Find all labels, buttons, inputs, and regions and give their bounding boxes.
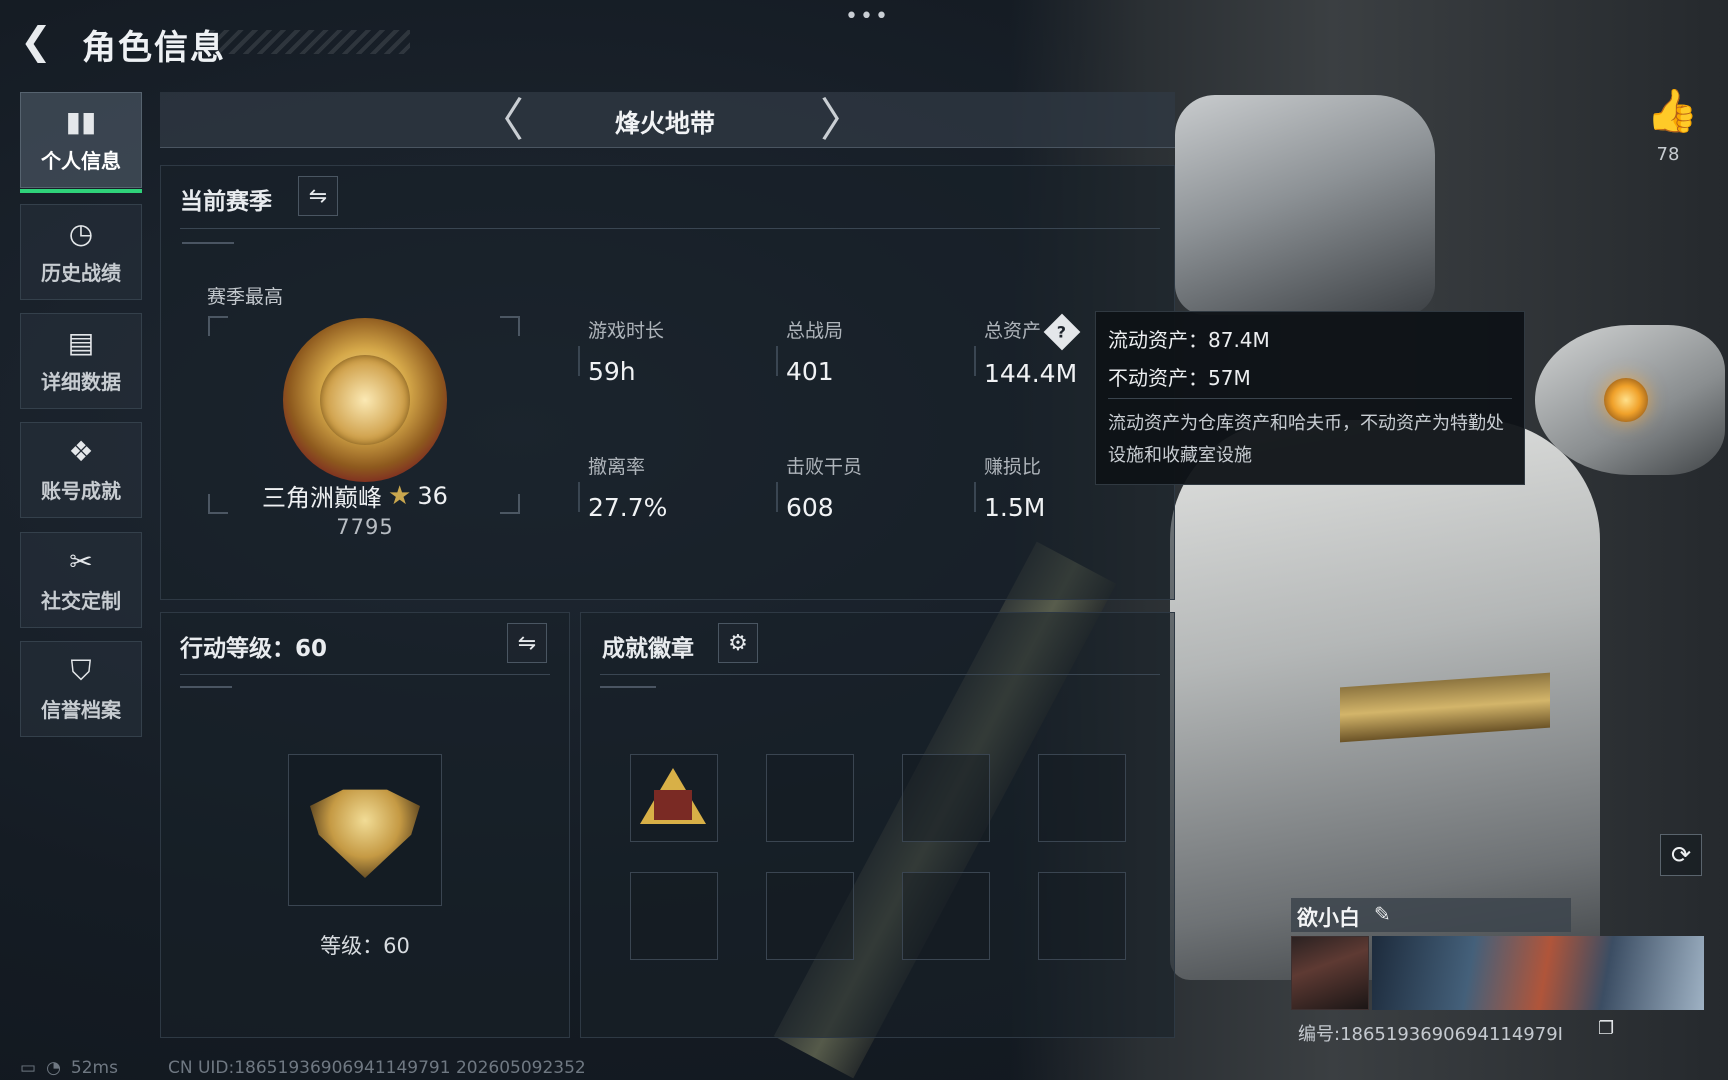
gear-icon[interactable]: ⚙ [718,623,758,663]
wifi-icon: ◔ [46,1058,61,1078]
sidebar-item-label: 信誉档案 [41,697,121,722]
liquid-assets-text: 流动资产：87.4M [1108,328,1270,352]
sidebar-item-label: 账号成就 [41,478,121,503]
help-glyph: ? [1057,322,1067,341]
pyramid-badge-core [654,790,692,820]
rank-name: 三角洲巅峰 [262,484,382,512]
panel-tick [182,242,234,244]
thumbs-up-icon[interactable]: 👍 [1646,86,1698,136]
badge-slot[interactable] [1038,754,1126,842]
help-icon[interactable]: ? [1043,313,1081,350]
badge-slot[interactable] [902,872,990,960]
more-options-icon[interactable]: ••• [845,4,890,29]
history-icon: ◷ [68,216,94,250]
panel-divider [600,674,1160,675]
chevron-left-icon[interactable]: 〈 [478,94,524,146]
tooltip-divider [1108,398,1512,399]
badges-title: 成就徽章 [602,636,694,662]
stat-value: 59h [588,357,636,386]
season-panel-title: 当前赛季 [180,189,272,215]
level-text: 等级：60 [320,934,410,958]
stat-value: 1.5M [984,493,1046,522]
stat-play-time: 游戏时长 59h [578,316,758,386]
rank-row: 三角洲巅峰 ★ 36 [262,478,472,513]
sidebar-item-label: 详细数据 [41,369,121,394]
sidebar-item-label: 历史战绩 [41,260,121,285]
badge-slot[interactable] [630,872,718,960]
character-helmet-art [1175,95,1435,315]
status-footer: ▭ ◔ 52ms CN UID:18651936906941149791 202… [20,1058,586,1078]
profile-banner[interactable] [1372,936,1704,1010]
sidebar-item-achievements[interactable]: ❖ 账号成就 [20,422,142,518]
badge-slot[interactable] [1038,872,1126,960]
stat-label: 撤离率 [588,456,646,478]
stat-label: 总战局 [786,320,844,342]
badge-slot[interactable] [766,872,854,960]
drone-eye-light [1604,378,1648,422]
bar-chart-icon: ▮▮ [65,104,97,138]
edit-icon[interactable]: ✎ [1374,902,1391,926]
frame-corner [208,494,228,514]
frame-corner [500,316,520,336]
stat-value: 401 [786,357,834,386]
stat-label: 游戏时长 [588,320,665,342]
rank-stars: 36 [417,481,448,510]
panel-divider [180,674,550,675]
star-icon: ★ [388,480,412,511]
swap-icon[interactable]: ⇋ [298,176,338,216]
uid-text: CN UID:18651936906941149791 202605092352 [167,1058,586,1078]
sidebar-item-label: 个人信息 [41,148,121,173]
action-level-title: 行动等级：60 [180,636,328,662]
stat-label-text: 总资产 [984,320,1042,342]
stat-value: 27.7% [588,493,668,522]
badge-slot[interactable] [902,754,990,842]
shield-icon: ⛉ [70,653,92,687]
tools-icon: ✂ [69,544,93,578]
stat-operators-defeated: 击败干员 608 [776,452,956,522]
frame-corner [500,494,520,514]
tooltip-description: 流动资产为仓库资产和哈夫币，不动资产为特勤处设施和收藏室设施 [1108,413,1504,466]
mode-title: 烽火地带 [614,109,715,138]
page-title: 角色信息 [82,28,226,68]
avatar[interactable] [1291,936,1369,1010]
stat-extraction-rate: 撤离率 27.7% [578,452,758,522]
battery-icon: ▭ [20,1058,37,1078]
stat-total-matches: 总战局 401 [776,316,956,386]
back-arrow-icon[interactable]: ❮ [20,20,56,62]
folder-icon: ▤ [67,325,95,359]
refresh-icon[interactable]: ⟳ [1660,834,1702,876]
stat-label: 击败干员 [786,456,863,478]
panel-divider [180,228,1160,229]
chevron-right-icon[interactable]: 〉 [820,94,866,146]
player-id: 编号:1865193690694114979I [1298,1024,1563,1045]
frame-corner [208,316,228,336]
season-best-label: 赛季最高 [207,286,284,308]
rank-points: 7795 [336,515,394,539]
rank-medal-icon [283,318,447,482]
assets-tooltip: 流动资产：87.4M 不动资产：57M 流动资产为仓库资产和哈夫币，不动资产为特… [1095,311,1525,485]
swap-icon[interactable]: ⇋ [507,623,547,663]
medal-icon: ❖ [68,434,94,468]
player-name: 欲小白 [1297,906,1360,930]
helicopter-emblem-icon [310,789,420,878]
title-decoration [210,30,410,54]
sidebar-item-reputation[interactable]: ⛉ 信誉档案 [20,641,142,737]
like-count: 78 [1656,144,1680,165]
sidebar-item-history[interactable]: ◷ 历史战绩 [20,204,142,300]
sidebar-item-personal-info[interactable]: ▮▮ 个人信息 [20,92,142,193]
helicopter-emblem-card [288,754,442,906]
sidebar-item-detailed-data[interactable]: ▤ 详细数据 [20,313,142,409]
copy-icon[interactable]: ❐ [1598,1018,1614,1039]
sidebar-item-label: 社交定制 [41,588,121,613]
sidebar-item-social[interactable]: ✂ 社交定制 [20,532,142,628]
stat-value: 608 [786,493,834,522]
panel-tick [180,686,232,688]
badge-slot[interactable] [766,754,854,842]
panel-tick [600,686,656,688]
fixed-assets-text: 不动资产：57M [1108,366,1251,390]
ping-text: 52ms [70,1058,118,1078]
